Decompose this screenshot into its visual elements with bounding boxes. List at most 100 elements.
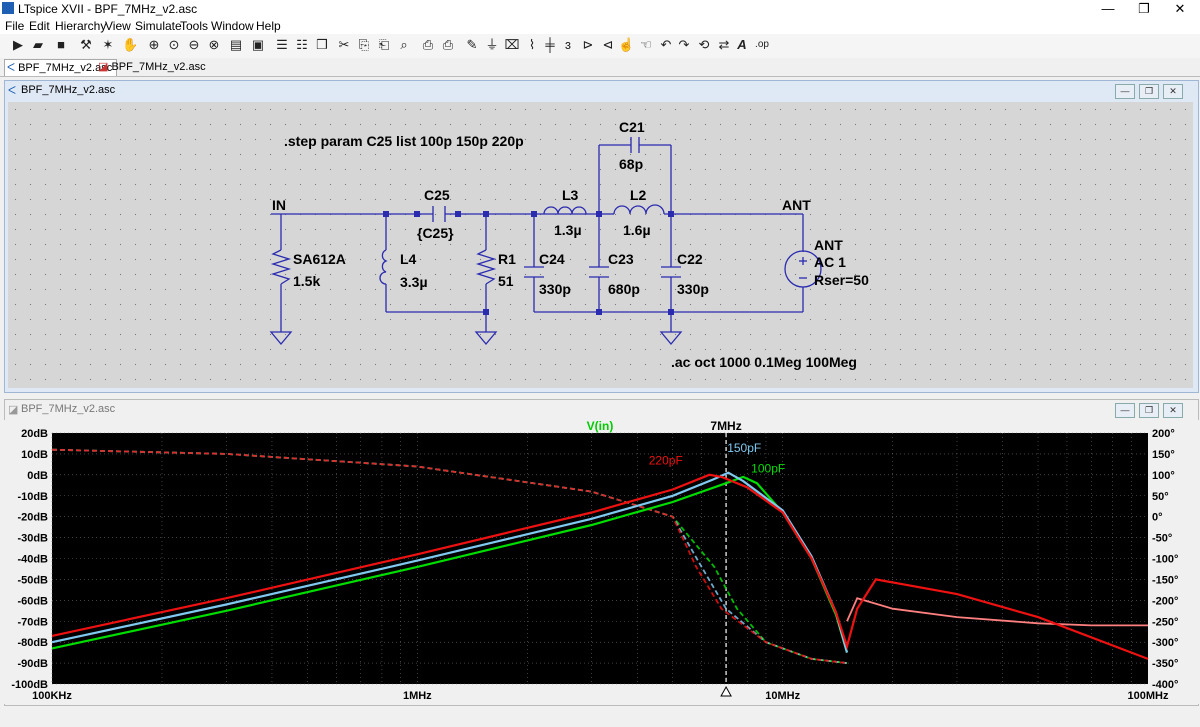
schematic-icon: ᐸ (7, 62, 19, 74)
label-net-icon[interactable]: ⌧ (504, 37, 520, 53)
y-tick-label-left: -70dB (17, 616, 48, 628)
zoom-in-icon[interactable]: ⊕ (146, 37, 162, 53)
control-panel-icon[interactable]: ⚒ (78, 37, 94, 53)
undo-icon[interactable]: ↶ (658, 37, 674, 53)
y-tick-label-right: -100° (1152, 554, 1178, 566)
ac-directive[interactable]: .ac oct 1000 0.1Meg 100Meg (671, 354, 857, 370)
tile-vertical-icon[interactable]: ☷ (294, 37, 310, 53)
run-icon-2[interactable]: ✶ (100, 37, 116, 53)
label-r1: R1 (498, 251, 516, 267)
label-ac-value: AC 1 (814, 254, 846, 270)
redo-icon[interactable]: ↷ (676, 37, 692, 53)
label-c24-value: 330p (539, 281, 571, 297)
tab-label: BPF_7MHz_v2.asc (111, 61, 206, 73)
x-tick-label: 100MHz (1128, 690, 1169, 702)
paste-icon[interactable]: ⎗ (376, 37, 392, 53)
run-icon[interactable]: ▶ (10, 37, 26, 53)
x-tick-label: 100KHz (32, 690, 72, 702)
close-button[interactable]: ✕ (1162, 0, 1198, 18)
maximize-button[interactable]: ❐ (1126, 0, 1162, 18)
wires (271, 144, 804, 332)
waveform-window-title: BPF_7MHz_v2.asc (21, 403, 116, 415)
mdi-close-button[interactable]: ✕ (1163, 84, 1183, 99)
zoom-pan-icon[interactable]: ⊙ (166, 37, 182, 53)
y-tick-label-left: 20dB (21, 428, 48, 440)
label-sa612a-value: 1.5k (293, 273, 320, 289)
menu-hierarchy[interactable]: Hierarchy (55, 19, 106, 33)
label-ant-net: ANT (782, 197, 811, 213)
schematic-canvas[interactable]: .step param C25 list 100p 150p 220p .ac … (8, 102, 1193, 388)
schematic-drawing: .step param C25 list 100p 150p 220p .ac … (269, 119, 869, 370)
series-label: 220pF (649, 453, 683, 467)
y-tick-label-right: -350° (1152, 658, 1178, 670)
copy-icon[interactable]: ⎘ (356, 37, 372, 53)
label-l4-value: 3.3µ (400, 274, 428, 290)
y-tick-label-left: -30dB (17, 533, 48, 545)
diode-icon[interactable]: ⊳ (580, 37, 596, 53)
open-folder-icon[interactable]: ▰ (30, 37, 46, 53)
mdi-restore-button[interactable]: ❐ (1139, 403, 1159, 418)
drag-hand-icon[interactable]: ☜ (638, 37, 654, 53)
save-icon[interactable]: ■ (53, 37, 69, 53)
y-tick-label-left: 10dB (21, 449, 48, 461)
ground-icon[interactable]: ⏚ (484, 37, 500, 53)
netlist-icon[interactable]: ▣ (250, 37, 266, 53)
mirror-icon[interactable]: ⇄ (716, 37, 732, 53)
mdi-minimize-button[interactable]: — (1115, 403, 1135, 418)
menu-tools[interactable]: Tools (180, 19, 208, 33)
resistor-icon[interactable]: ⌇ (524, 37, 540, 53)
draw-wire-icon[interactable]: ✎ (464, 37, 480, 53)
menu-simulate[interactable]: Simulate (135, 19, 182, 33)
tile-horizontal-icon[interactable]: ☰ (274, 37, 290, 53)
document-tabs: ᐸ BPF_7MHz_v2.asc ◪ BPF_7MHz_v2.asc (0, 58, 1200, 77)
mdi-close-button[interactable]: ✕ (1163, 403, 1183, 418)
schematic-window-titlebar: ᐸ BPF_7MHz_v2.asc — ❐ ✕ (5, 81, 1198, 101)
label-c21-value: 68p (619, 156, 643, 172)
label-c22-value: 330p (677, 281, 709, 297)
inductor-icon[interactable]: ɜ (560, 37, 576, 53)
print-preview-icon[interactable]: ⎙ (420, 37, 436, 53)
waveform-window-titlebar: ◪ BPF_7MHz_v2.asc — ❐ ✕ (5, 400, 1198, 420)
zoom-out-icon[interactable]: ⊖ (186, 37, 202, 53)
move-hand-icon[interactable]: ☝ (618, 37, 634, 53)
autorange-icon[interactable]: ▤ (228, 37, 244, 53)
menu-view[interactable]: View (105, 19, 131, 33)
menu-window[interactable]: Window (211, 19, 254, 33)
find-binoculars-icon[interactable]: ⌕ (396, 37, 412, 53)
window-title: LTspice XVII - BPF_7MHz_v2.asc (18, 2, 198, 16)
y-tick-label-right: 150° (1152, 449, 1175, 461)
y-tick-label-left: -10dB (17, 491, 48, 503)
menu-edit[interactable]: Edit (29, 19, 50, 33)
y-tick-label-right: -50° (1152, 533, 1172, 545)
cursor-label: 7MHz (710, 420, 741, 433)
y-tick-label-right: -150° (1152, 574, 1178, 586)
menu-help[interactable]: Help (256, 19, 281, 33)
print-icon[interactable]: ⎙ (440, 37, 456, 53)
label-c21: C21 (619, 119, 645, 135)
step-directive[interactable]: .step param C25 list 100p 150p 220p (284, 133, 524, 149)
y-tick-label-right: -300° (1152, 637, 1178, 649)
mdi-restore-button[interactable]: ❐ (1139, 84, 1159, 99)
pan-hand-icon[interactable]: ✋ (122, 37, 138, 53)
x-tick-label: 10MHz (765, 690, 800, 702)
trace-title: V(in) (587, 420, 614, 433)
waveform-plot[interactable]: 20dB 200° 10dB 150° 0dB 100° -10dB 50° -20dB 0° -3… (0, 419, 1200, 704)
cut-icon[interactable]: ✂ (336, 37, 352, 53)
rotate-icon[interactable]: ⟲ (696, 37, 712, 53)
label-c25: C25 (424, 187, 450, 203)
mdi-minimize-button[interactable]: — (1115, 84, 1135, 99)
minimize-button[interactable]: — (1090, 0, 1126, 18)
y-tick-label-left: 0dB (27, 470, 48, 482)
capacitor-icon[interactable]: ╪ (542, 37, 558, 53)
label-ant-source: ANT (814, 237, 843, 253)
menu-file[interactable]: File (5, 19, 24, 33)
tab-waveform[interactable]: ◪ BPF_7MHz_v2.asc (96, 59, 210, 75)
label-c23-value: 680p (608, 281, 640, 297)
y-tick-label-right: 100° (1152, 470, 1175, 482)
text-icon[interactable]: A (734, 37, 750, 53)
spice-directive-icon[interactable]: .op (754, 37, 770, 53)
y-tick-label-left: -80dB (17, 637, 48, 649)
zoom-fit-icon[interactable]: ⊗ (206, 37, 222, 53)
component-icon[interactable]: ⊲ (600, 37, 616, 53)
cascade-icon[interactable]: ❒ (314, 37, 330, 53)
